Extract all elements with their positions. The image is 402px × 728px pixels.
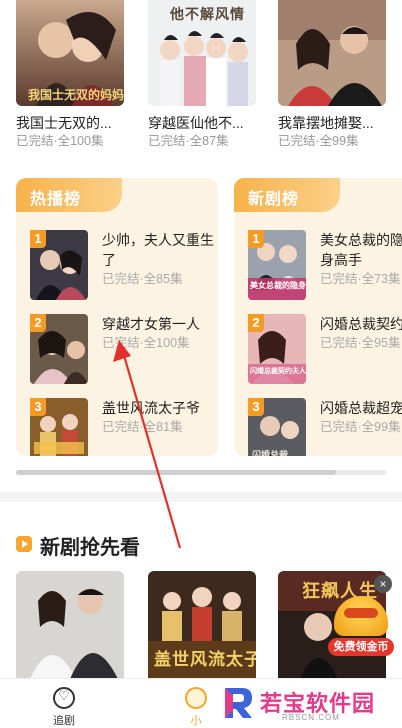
new-ranking-label: 新剧榜 <box>248 191 300 208</box>
rank-badge: 1 <box>30 230 46 248</box>
new-series-card[interactable]: 盖世风流太子爷 <box>148 571 256 679</box>
rank-meta: 已完结·全99集 <box>320 420 401 434</box>
drama-poster[interactable] <box>278 0 386 106</box>
close-icon[interactable]: × <box>374 575 392 593</box>
nav-tab-label: 追剧 <box>53 715 75 727</box>
theater-icon <box>185 687 207 709</box>
rank-item[interactable]: 3 盖世风流太子爷 已完结·全81集 <box>30 398 218 456</box>
thumb-title: 闪婚总裁契约夫人 <box>250 368 306 375</box>
drama-poster[interactable]: 我国士无双的妈妈 <box>16 0 124 106</box>
hot-ranking-tab[interactable]: 热播榜 <box>16 178 122 212</box>
nav-tab-label: 小 <box>190 715 202 727</box>
top-drama-row: 我国士无双的妈妈 我国士无双的... 已完结·全100集 他不解风情 穿越医仙他… <box>0 0 402 168</box>
new-series-card[interactable] <box>16 571 124 679</box>
rank-title: 穿越才女第一人 <box>102 316 200 332</box>
rank-badge: 1 <box>248 230 264 248</box>
drama-card[interactable]: 我国士无双的妈妈 我国士无双的... 已完结·全100集 <box>16 0 124 148</box>
rank-meta: 已完结·全73集 <box>320 272 401 286</box>
drama-meta: 已完结·全87集 <box>148 134 229 148</box>
new-ranking-panel: 新剧榜 美女总裁的隐身高手 1 美女总裁的隐身高手 已完结·全73集 <box>234 178 402 456</box>
poster-title: 盖世风流太子爷 <box>154 650 256 669</box>
rank-title: 盖世风流太子爷 <box>102 400 200 416</box>
drama-title: 穿越医仙他不... <box>148 115 244 131</box>
rank-meta: 已完结·全85集 <box>102 272 183 286</box>
new-ranking-tab[interactable]: 新剧榜 <box>234 178 340 212</box>
rank-title: 闪婚总裁超宠 <box>320 400 402 416</box>
rank-item[interactable]: 美女总裁的隐身高手 1 美女总裁的隐身高手 已完结·全73集 <box>248 230 402 300</box>
rank-badge: 2 <box>30 314 46 332</box>
thumb-title: 闪婚总裁 <box>252 450 289 456</box>
site-watermark: 若宝软件园 RBSCN.COM <box>222 686 402 726</box>
scrollbar-thumb[interactable] <box>16 470 336 475</box>
rank-item[interactable]: 1 少帅，夫人又重生了 已完结·全85集 <box>30 230 218 300</box>
rank-title: 少帅，夫人又重生了 <box>102 232 214 268</box>
nav-tab-second[interactable]: 小 <box>166 685 226 727</box>
rank-title: 闪婚总裁契约 <box>320 316 402 332</box>
rank-title: 美女总裁的隐身高手 <box>320 232 402 268</box>
drama-title: 我国士无双的... <box>16 115 112 131</box>
watermark-subtext: RBSCN.COM <box>282 713 340 722</box>
free-coins-widget[interactable]: 免费领金币 <box>328 596 394 658</box>
drama-meta: 已完结·全99集 <box>278 134 359 148</box>
rank-item[interactable]: 闪婚总裁 3 闪婚总裁超宠 已完结·全99集 <box>248 398 402 456</box>
watermark-logo-icon <box>225 688 252 718</box>
drama-poster[interactable]: 他不解风情 <box>148 0 256 106</box>
drama-card[interactable]: 他不解风情 穿越医仙他不... 已完结·全87集 <box>148 0 256 148</box>
rank-meta: 已完结·全95集 <box>320 336 401 350</box>
hot-ranking-panel: 热播榜 1 少帅，夫人又重生了 已完结·全85集 2 穿越才女第一人 已完结·全… <box>16 178 218 456</box>
nav-tab-follow[interactable]: 追剧 <box>34 685 94 727</box>
drama-title: 我靠摆地摊娶... <box>278 115 374 131</box>
heart-icon <box>53 687 75 709</box>
rank-badge: 3 <box>30 398 46 416</box>
rank-meta: 已完结·全81集 <box>102 420 183 434</box>
rank-meta: 已完结·全100集 <box>102 336 190 350</box>
coin-bag-icon <box>334 596 388 636</box>
horizontal-scrollbar[interactable] <box>16 470 386 475</box>
free-coins-label: 免费领金币 <box>328 638 394 656</box>
play-icon <box>16 536 32 552</box>
rank-badge: 3 <box>248 398 264 416</box>
poster-title: 我国士无双的妈妈 <box>28 88 124 102</box>
rank-item[interactable]: 2 穿越才女第一人 已完结·全100集 <box>30 314 218 384</box>
rank-item[interactable]: 闪婚总裁契约夫人 2 闪婚总裁契约 已完结·全95集 <box>248 314 402 384</box>
new-series-title: 新剧抢先看 <box>40 537 140 559</box>
drama-card[interactable]: 我靠摆地摊娶... 已完结·全99集 <box>278 0 386 148</box>
thumb-title: 美女总裁的隐身高手 <box>250 281 306 290</box>
rank-badge: 2 <box>248 314 264 332</box>
drama-meta: 已完结·全100集 <box>16 134 104 148</box>
ranking-carousel[interactable]: 热播榜 1 少帅，夫人又重生了 已完结·全85集 2 穿越才女第一人 已完结·全… <box>0 170 402 490</box>
hot-ranking-label: 热播榜 <box>30 191 82 208</box>
poster-title: 他不解风情 <box>170 6 245 22</box>
section-divider <box>0 492 402 502</box>
